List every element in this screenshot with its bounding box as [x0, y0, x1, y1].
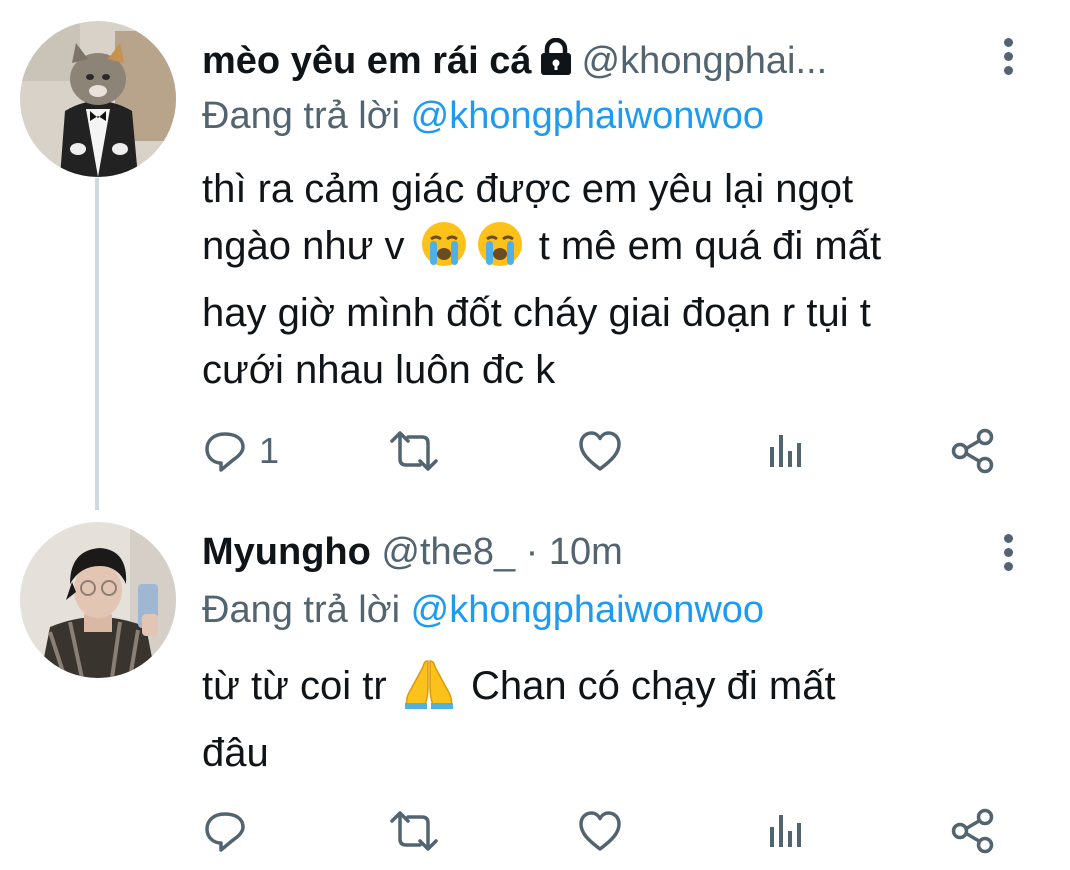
mention-link[interactable]: @khongphaiwonwoo [411, 95, 764, 137]
share-button[interactable] [950, 806, 996, 856]
tweet-timestamp[interactable]: · 10m [526, 531, 623, 573]
display-name[interactable]: mèo yêu em rái cá [202, 40, 532, 82]
analytics-icon [770, 435, 801, 467]
loudly-crying-face-icon [419, 219, 469, 285]
user-handle[interactable]: @the8_ [381, 531, 515, 573]
share-icon [951, 808, 994, 854]
reply-button[interactable]: 1 [203, 426, 279, 476]
share-button[interactable] [950, 426, 996, 476]
tweet-text-line: đâu [202, 731, 269, 775]
reply-button[interactable] [203, 806, 259, 856]
more-options-icon[interactable] [996, 530, 1020, 574]
like-button[interactable] [578, 806, 622, 856]
reply-icon [205, 432, 245, 472]
reply-count: 1 [259, 430, 280, 471]
tweet-text-line: ngào như v t mê em quá đi mất [202, 218, 1022, 285]
heart-icon [579, 811, 621, 851]
tweet-text-line: từ từ coi tr Chan có chạy đi mất [202, 657, 1022, 725]
retweet-icon [390, 811, 438, 851]
tweet-actions: 1 [0, 426, 1070, 476]
tweet-text-line: thì ra cảm giác được em yêu lại ngọt [202, 167, 854, 211]
tweet-text-segment: ngào như v [202, 224, 405, 268]
folded-hands-icon [401, 657, 457, 725]
tweet-text-line: hay giờ mình đốt cháy giai đoạn r tụi t [202, 291, 871, 335]
share-icon [951, 428, 994, 474]
tweet-actions [0, 806, 1070, 856]
analytics-button[interactable] [766, 426, 806, 476]
analytics-button[interactable] [766, 806, 806, 856]
tweet-text: thì ra cảm giác được em yêu lại ngọt ngà… [202, 161, 1022, 399]
lock-icon [536, 37, 576, 86]
replying-to-label: Đang trả lời [202, 589, 401, 631]
replying-to-line: Đang trả lời @khongphaiwonwoo [202, 588, 764, 632]
avatar-cat[interactable] [20, 21, 176, 177]
like-button[interactable] [578, 426, 622, 476]
more-options-icon[interactable] [996, 34, 1020, 78]
display-name[interactable]: Myungho [202, 531, 371, 573]
tweet-header: mèo yêu em rái cá @khongphai... [202, 37, 828, 86]
analytics-icon [770, 815, 801, 847]
replying-to-line: Đang trả lời @khongphaiwonwoo [202, 94, 764, 138]
retweet-button[interactable] [389, 426, 439, 476]
tweet-text-line: cưới nhau luôn đc k [202, 348, 556, 392]
retweet-icon [390, 431, 438, 471]
tweet-header: Myungho @the8_ · 10m [202, 530, 623, 574]
mention-link[interactable]: @khongphaiwonwoo [411, 589, 764, 631]
heart-icon [579, 431, 621, 471]
tweet-text-segment: t mê em quá đi mất [538, 224, 882, 268]
replying-to-label: Đang trả lời [202, 95, 401, 137]
tweet-text: từ từ coi tr Chan có chạy đi mất đâu [202, 657, 1022, 782]
reply-icon [205, 812, 245, 852]
tweet-text-segment: Chan có chạy đi mất [470, 664, 836, 708]
person-mirror-selfie-avatar-image [20, 522, 176, 678]
user-handle[interactable]: @khongphai... [582, 40, 828, 82]
tweet-text-segment: từ từ coi tr [202, 664, 387, 708]
retweet-button[interactable] [389, 806, 439, 856]
avatar-myungho[interactable] [20, 522, 176, 678]
loudly-crying-face-icon [475, 219, 525, 285]
cat-in-tuxedo-avatar-image [20, 21, 176, 177]
